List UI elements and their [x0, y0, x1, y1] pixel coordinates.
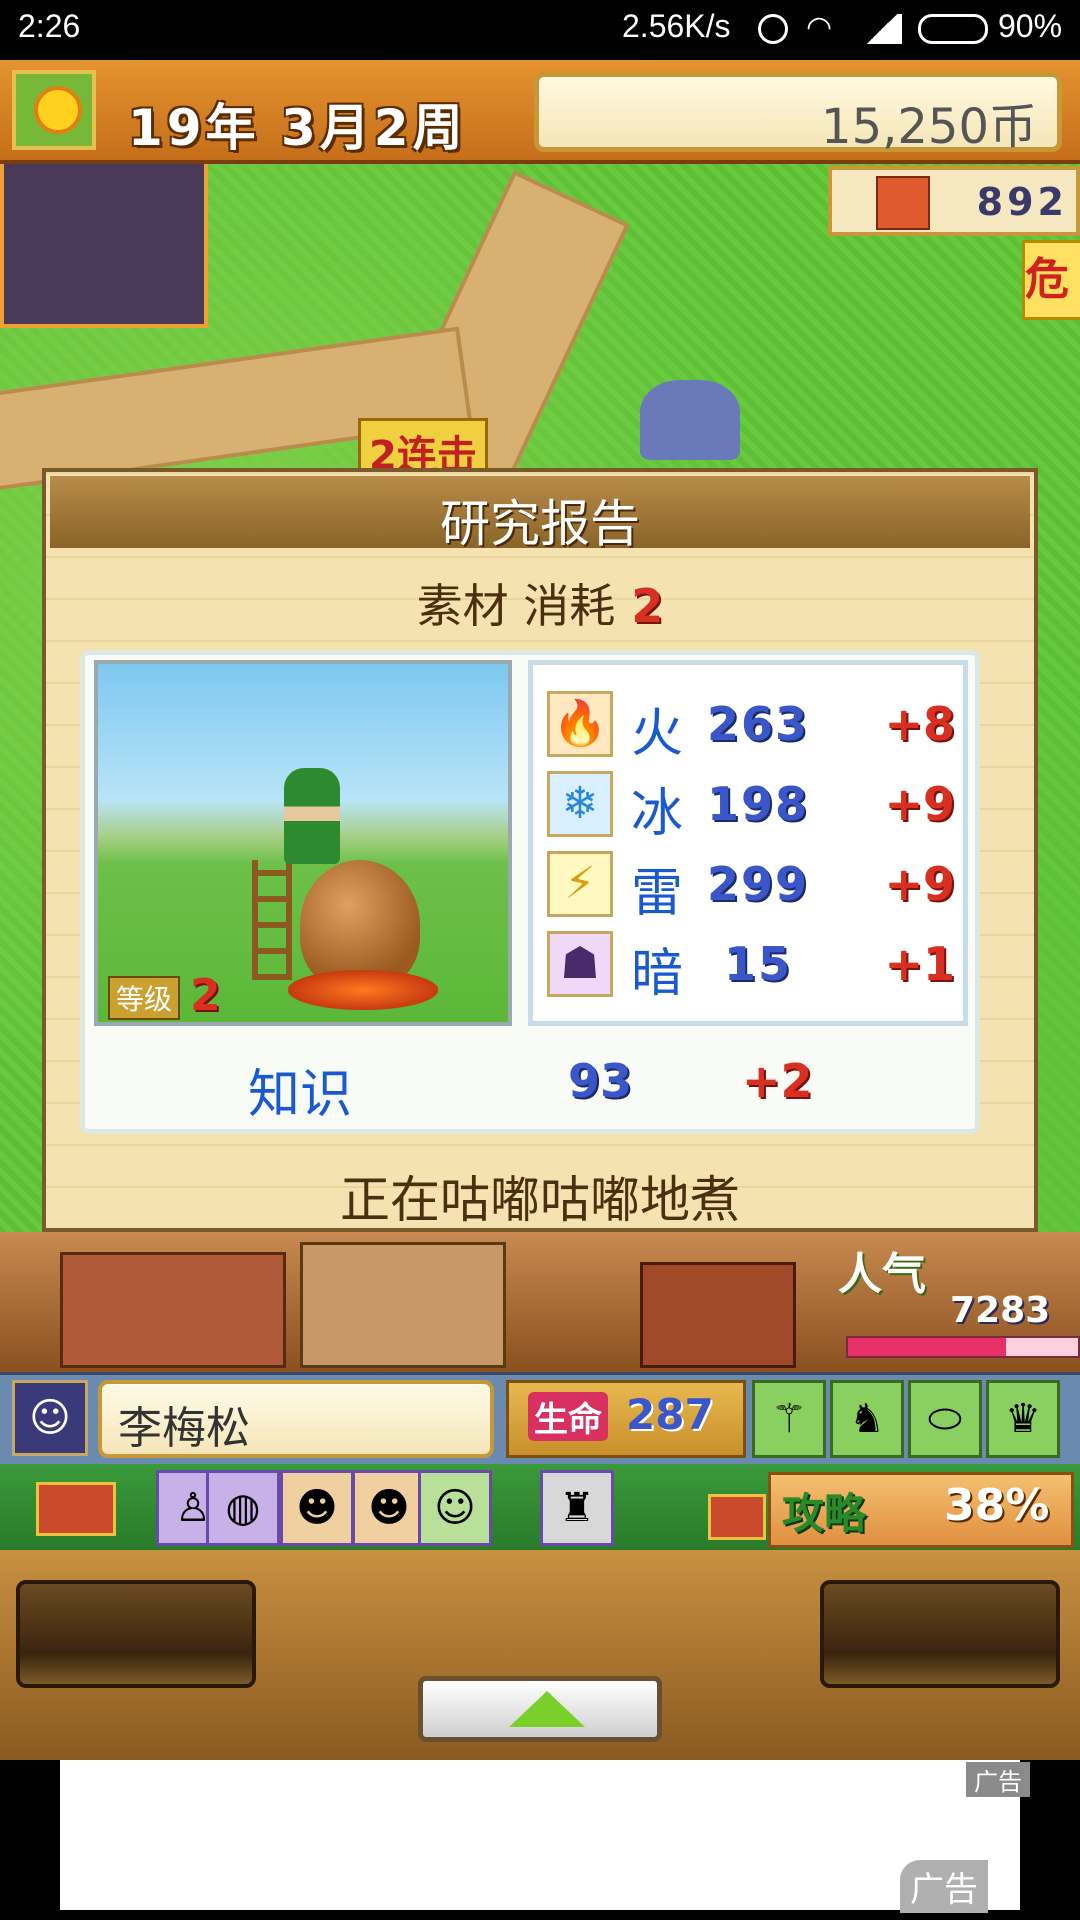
stat-label: 暗 — [631, 944, 684, 1004]
material-count: 2 — [631, 579, 664, 633]
stat-value: 15 — [723, 937, 792, 991]
party-member[interactable]: ☺ — [418, 1470, 492, 1546]
stat-value: 299 — [706, 857, 810, 911]
hp-label: 生命 — [528, 1392, 608, 1441]
population-box[interactable]: 892 — [828, 166, 1080, 236]
treasure-chest-icon[interactable] — [36, 1482, 116, 1536]
party-member[interactable]: ♜ — [540, 1470, 614, 1546]
dark-icon: ☗ — [547, 931, 613, 997]
stat-row-thunder: ⚡ 雷 299 +9 — [533, 845, 973, 925]
treasure-chest-icon[interactable] — [708, 1494, 766, 1540]
stat-label: 火 — [631, 704, 684, 764]
wizard-sprite — [284, 768, 340, 864]
level-label: 等级 — [108, 976, 181, 1020]
cooking-status-text: 正在咕嘟咕嘟地煮 — [340, 1171, 740, 1229]
stat-delta: +9 — [884, 777, 955, 831]
up-arrow-icon — [509, 1691, 585, 1727]
knowledge-delta: +2 — [742, 1054, 813, 1108]
clock: 2:26 — [18, 8, 81, 44]
stat-delta: +1 — [884, 937, 955, 991]
ad-logo-tag[interactable]: 广告 — [900, 1860, 988, 1913]
party-member[interactable]: ☻ — [352, 1470, 426, 1546]
shield-icon[interactable]: ⬭ — [908, 1380, 982, 1458]
ad-tag: 广告 — [966, 1762, 1030, 1797]
material-consumption: 素材 消耗 2 — [50, 570, 1030, 636]
fire-sprite — [288, 970, 438, 1010]
material-label: 素材 消耗 — [416, 579, 616, 633]
strategy-label: 攻略 — [782, 1489, 867, 1538]
stat-delta: +8 — [884, 697, 955, 751]
stat-value: 263 — [706, 697, 810, 751]
party-member[interactable]: ☻ — [280, 1470, 354, 1546]
monster-sprite[interactable] — [640, 380, 740, 460]
wand-icon[interactable]: ⚚ — [752, 1380, 826, 1458]
wifi-icon: ◠ — [806, 10, 833, 45]
status-bar: 2:26 2.56K/s ◠ 90% — [0, 0, 1080, 60]
left-menu-button[interactable] — [16, 1580, 256, 1688]
battery-icon — [918, 14, 988, 44]
stat-label: 雷 — [631, 864, 684, 924]
stat-row-ice: ❄ 冰 198 +9 — [533, 765, 973, 845]
knowledge-value: 93 — [568, 1054, 633, 1108]
popularity-label: 人气 — [838, 1249, 926, 1300]
dialog-title: 研究报告 — [440, 495, 640, 553]
party-member[interactable]: ◍ — [206, 1470, 280, 1546]
right-menu-button[interactable] — [820, 1580, 1060, 1688]
thunder-icon: ⚡ — [547, 851, 613, 917]
hero-name: 李梅松 — [118, 1403, 250, 1454]
level-value: 2 — [190, 970, 221, 1021]
strategy-value: 38% — [944, 1480, 1050, 1531]
money-value: 15,250币 — [821, 99, 1037, 155]
population-value: 892 — [976, 180, 1068, 224]
trophy-icon[interactable]: ♛ — [986, 1380, 1060, 1458]
alarm-icon — [758, 14, 788, 44]
game-date: 19年 3月2周 — [128, 99, 467, 157]
stat-value: 198 — [706, 777, 810, 831]
ice-icon: ❄ — [547, 771, 613, 837]
dark-house[interactable] — [0, 160, 208, 328]
flower-icon[interactable] — [12, 70, 96, 150]
armor-icon[interactable]: ♞ — [830, 1380, 904, 1458]
danger-flag[interactable]: 危 — [1022, 240, 1080, 320]
stat-row-fire: 🔥 火 263 +8 — [533, 685, 973, 765]
stat-delta: +9 — [884, 857, 955, 911]
hero-avatar[interactable]: ☺ — [12, 1380, 88, 1456]
popularity-value: 7283 — [950, 1290, 1051, 1331]
fire-icon: 🔥 — [547, 691, 613, 757]
stat-row-dark: ☗ 暗 15 +1 — [533, 925, 973, 1005]
expand-menu-button[interactable] — [418, 1676, 662, 1742]
signal-icon — [862, 14, 902, 44]
stat-label: 冰 — [631, 784, 684, 844]
network-speed: 2.56K/s — [622, 8, 731, 44]
money-display: 15,250币 — [534, 72, 1062, 155]
knowledge-label: 知识 — [248, 1065, 353, 1125]
popularity-bar-fill — [848, 1338, 1006, 1356]
element-stats: 🔥 火 263 +8 ❄ 冰 198 +9 ⚡ 雷 299 +9 ☗ 暗 15 … — [528, 660, 968, 1026]
ad-banner[interactable] — [60, 1760, 1020, 1910]
ladder-sprite — [252, 860, 292, 980]
battery-percent: 90% — [998, 8, 1063, 44]
hp-value: 287 — [626, 1390, 714, 1439]
house-icon — [876, 176, 930, 230]
